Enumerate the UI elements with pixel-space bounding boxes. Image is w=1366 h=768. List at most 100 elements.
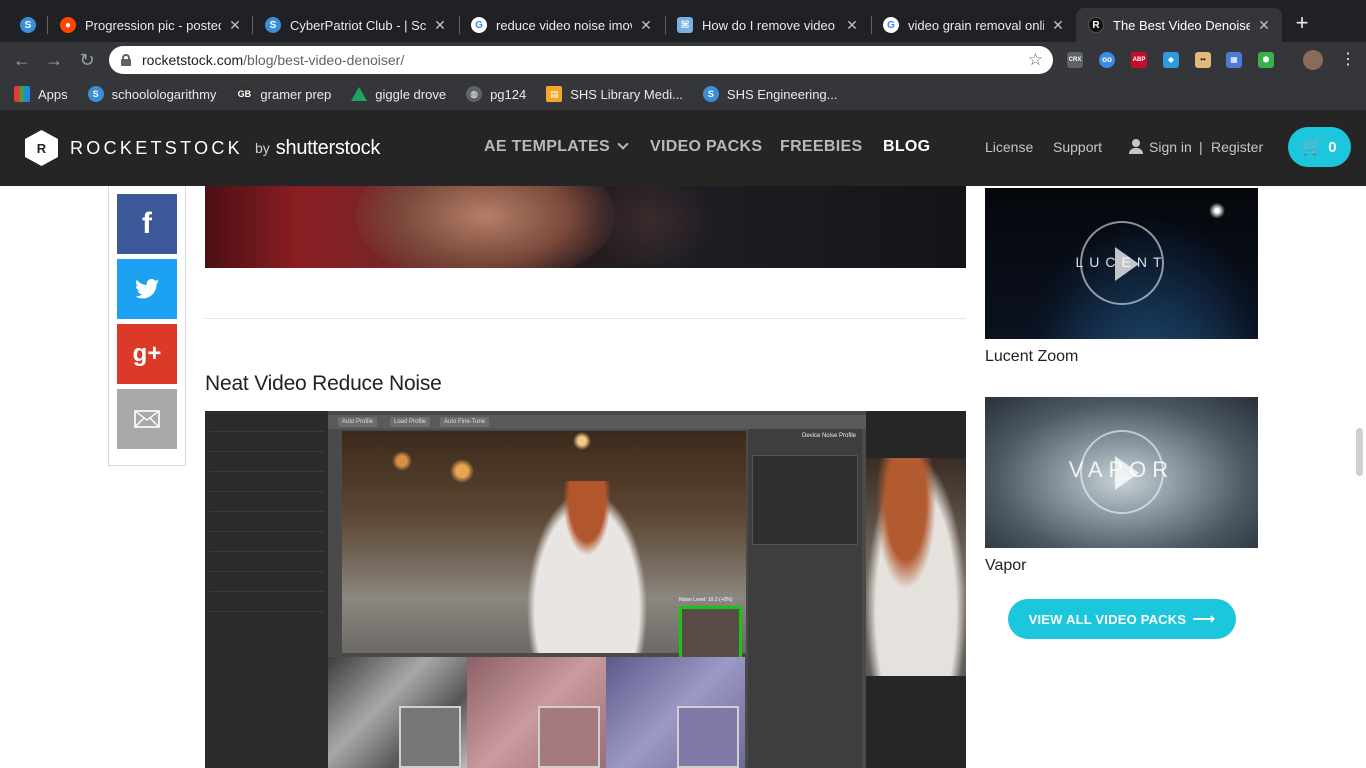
tab-0[interactable]: ● Progression pic - posted ✕ (48, 8, 253, 42)
menu-icon[interactable]: ⋮ (1340, 50, 1356, 70)
nav-blog[interactable]: BLOG (883, 138, 930, 156)
apps-grid-icon (14, 86, 30, 102)
nav-label: AE TEMPLATES (484, 138, 610, 155)
browser-tab-strip: S ● Progression pic - posted ✕ S CyberPa… (0, 0, 1366, 42)
auto-fine-tune-button: Auto Fine-Tune (440, 417, 490, 427)
bookmark-apps[interactable]: Apps (14, 86, 68, 102)
bookmark-shs-library[interactable]: ▤ SHS Library Medi... (546, 86, 683, 102)
twitter-share-button[interactable] (117, 259, 177, 319)
vapor-title[interactable]: Vapor (985, 557, 1027, 575)
calendar-icon[interactable]: ▦ (1226, 52, 1242, 68)
google-icon: G (471, 17, 487, 33)
bookmark-shs-engineering[interactable]: S SHS Engineering... (702, 86, 838, 102)
register-link[interactable]: Register (1211, 139, 1263, 155)
cart-button[interactable]: 🛒 0 (1288, 127, 1351, 167)
close-icon[interactable]: ✕ (844, 17, 860, 34)
load-profile-button: Load Profile (390, 417, 431, 427)
tab-4[interactable]: G video grain removal onlin ✕ (871, 8, 1076, 42)
tab-title: How do I remove video n (702, 17, 838, 33)
facebook-icon: f (142, 207, 152, 240)
schoology-icon: S (87, 86, 104, 102)
nav-video-packs[interactable]: VIDEO PACKS (650, 138, 762, 156)
thumbnail-overlay-text: LUCENT (1075, 254, 1168, 270)
license-link[interactable]: License (985, 139, 1033, 155)
article-hero-image (205, 186, 966, 268)
colorful-icon[interactable]: ⬢ (1258, 52, 1274, 68)
bookmark-gramer-prep[interactable]: GB gramer prep (236, 86, 331, 102)
url-host: rocketstock.com (142, 52, 244, 68)
nav-freebies[interactable]: FREEBIES (780, 138, 862, 156)
adblock-icon[interactable]: ABP (1131, 52, 1147, 68)
lock-icon (121, 54, 131, 66)
bookmark-giggle-drove[interactable]: giggle drove (351, 87, 446, 102)
close-icon[interactable]: ✕ (227, 17, 243, 34)
user-icon (1128, 139, 1144, 155)
vapor-thumbnail[interactable]: VAPOR (985, 397, 1258, 548)
profile-avatar[interactable] (1303, 50, 1323, 70)
tab-title: The Best Video Denoiser (1113, 17, 1250, 33)
nav-ae-templates[interactable]: AE TEMPLATES (484, 138, 629, 156)
address-bar[interactable]: rocketstock.com /blog/best-video-denoise… (109, 46, 1053, 74)
lucent-zoom-title[interactable]: Lucent Zoom (985, 348, 1078, 366)
view-all-video-packs-button[interactable]: VIEW ALL VIDEO PACKS ⟶ (1008, 599, 1236, 639)
vscode-icon[interactable]: ◆ (1163, 52, 1179, 68)
lucent-zoom-thumbnail[interactable]: LUCENT (985, 188, 1258, 339)
google-plus-share-button[interactable]: g+ (117, 324, 177, 384)
bookmark-label: pg124 (490, 86, 527, 102)
tab-title: CyberPatriot Club - | Sch (290, 17, 426, 33)
thumbnail-overlay-text: VAPOR (1068, 457, 1175, 482)
sign-in-link[interactable]: Sign in (1149, 139, 1192, 155)
forward-icon[interactable]: → (42, 48, 66, 72)
neat-video-dialog: Auto Profile Load Profile Auto Fine-Tune… (328, 411, 866, 768)
bookmark-star-icon[interactable]: ☆ (1028, 50, 1043, 70)
google-icon: G (883, 17, 899, 33)
subnav-divider: | (1199, 139, 1203, 155)
google-drive-icon (351, 87, 368, 101)
close-icon[interactable]: ✕ (432, 17, 448, 34)
tab-2[interactable]: G reduce video noise imovi ✕ (459, 8, 664, 42)
effects-panel (205, 411, 328, 768)
bookmark-label: giggle drove (375, 86, 447, 102)
gb-icon: GB (236, 86, 253, 102)
button-label: VIEW ALL VIDEO PACKS (1028, 611, 1187, 627)
face-icon[interactable]: •• (1195, 52, 1211, 68)
browser-toolbar: ← → ↻ rocketstock.com /blog/best-video-d… (0, 42, 1366, 78)
woman-figure (522, 481, 652, 653)
support-link[interactable]: Support (1053, 139, 1102, 155)
tab-title: reduce video noise imovi (496, 17, 632, 33)
section-divider (205, 318, 966, 319)
owl-icon[interactable]: oo (1099, 52, 1115, 68)
bookmark-schoology[interactable]: S schoolologarithmy (87, 86, 216, 102)
bookmark-label: SHS Engineering... (726, 86, 838, 102)
noise-channel-thumbnails (328, 657, 746, 768)
back-icon[interactable]: ← (10, 48, 34, 72)
email-share-button[interactable] (117, 389, 177, 449)
share-sidebar: f g+ (108, 186, 186, 466)
neat-video-screenshot: Auto Profile Load Profile Auto Fine-Tune… (205, 411, 966, 768)
crx-icon[interactable]: CRX (1067, 52, 1083, 68)
scrollbar-thumb[interactable] (1356, 428, 1363, 476)
mail-icon (134, 410, 160, 428)
close-icon[interactable]: ✕ (638, 17, 654, 34)
site-logo[interactable]: R ROCKETSTOCK by shutterstock (25, 130, 380, 166)
preview-photo: Noise Level: 10.2 (+0%) (342, 431, 746, 669)
new-tab-button[interactable]: + (1290, 12, 1314, 36)
bookmark-label: gramer prep (260, 86, 332, 102)
facebook-share-button[interactable]: f (117, 194, 177, 254)
close-icon[interactable]: ✕ (1050, 17, 1066, 34)
bookmark-pg124[interactable]: ◍ pg124 (466, 86, 526, 102)
bookmarks-bar: Apps S schoolologarithmy GB gramer prep … (0, 78, 1366, 110)
logo-wordmark: ROCKETSTOCK (70, 137, 243, 158)
tab-active[interactable]: R The Best Video Denoiser ✕ (1076, 8, 1282, 42)
reload-icon[interactable]: ↻ (75, 48, 99, 72)
rocketstock-logo-icon: R (25, 130, 58, 166)
tab-title: Progression pic - posted (85, 17, 221, 33)
arrow-right-icon: ⟶ (1192, 611, 1216, 628)
library-icon: ▤ (546, 86, 563, 102)
tab-3[interactable]: ⌘ How do I remove video n ✕ (665, 8, 870, 42)
tab-1[interactable]: S CyberPatriot Club - | Sch ✕ (253, 8, 458, 42)
logo-brand: shutterstock (275, 136, 381, 159)
reddit-icon: ● (60, 17, 76, 33)
close-icon[interactable]: ✕ (1256, 17, 1272, 34)
url-path: /blog/best-video-denoiser/ (243, 52, 405, 68)
